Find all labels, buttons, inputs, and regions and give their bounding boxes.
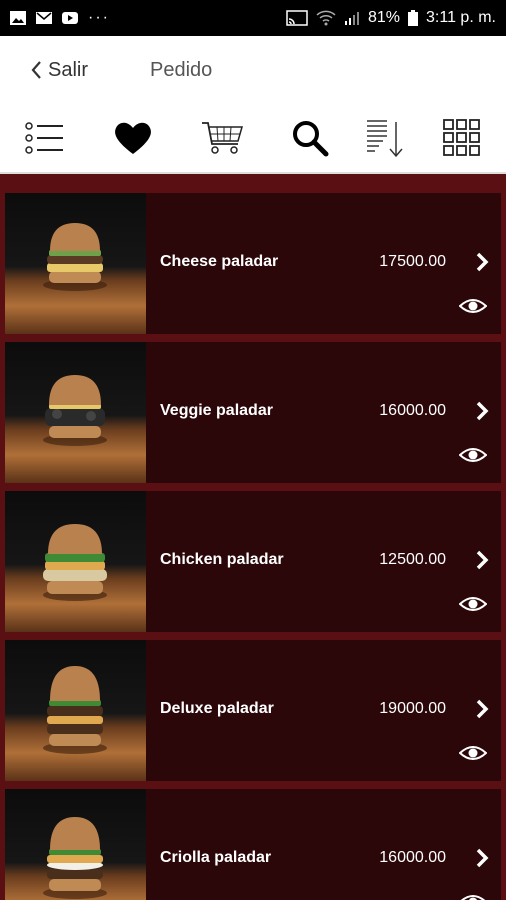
eye-icon[interactable] (459, 744, 487, 762)
toolbar (0, 104, 506, 174)
clock: 3:11 p. m. (426, 9, 496, 26)
product-price: 19000.00 (379, 700, 446, 717)
search-icon (293, 121, 329, 157)
page-title: Pedido (150, 58, 213, 81)
cart-button[interactable] (198, 116, 246, 160)
cast-icon (286, 10, 308, 26)
mail-icon (36, 12, 52, 24)
product-price: 16000.00 (379, 849, 446, 866)
product-row[interactable]: Deluxe paladar 19000.00 (5, 640, 501, 781)
burger-illustration (43, 223, 107, 291)
wifi-icon (316, 10, 336, 26)
favorites-button[interactable] (109, 116, 157, 160)
burger-illustration (43, 524, 107, 601)
more-notifications-icon: ··· (88, 9, 110, 26)
product-name: Chicken paladar (160, 551, 284, 568)
product-name: Deluxe paladar (160, 700, 274, 717)
product-image (5, 193, 146, 334)
product-image (5, 789, 146, 900)
product-row[interactable]: Veggie paladar 16000.00 (5, 342, 501, 483)
burger-illustration (43, 375, 107, 446)
product-image (5, 491, 146, 632)
product-name: Veggie paladar (160, 402, 273, 419)
product-price: 12500.00 (379, 551, 446, 568)
cart-icon (202, 122, 243, 154)
product-price: 17500.00 (379, 253, 446, 270)
eye-icon[interactable] (459, 893, 487, 900)
grid-view-button[interactable] (438, 116, 486, 160)
sort-icon (367, 120, 403, 158)
menu-list-button[interactable] (21, 116, 69, 160)
grid-icon (443, 119, 480, 156)
gallery-icon (10, 11, 26, 25)
battery-percent: 81% (368, 9, 401, 26)
chevron-right-icon[interactable] (473, 697, 491, 721)
chevron-right-icon[interactable] (473, 548, 491, 572)
back-button[interactable]: Salir (30, 59, 88, 82)
eye-icon[interactable] (459, 446, 487, 464)
heart-icon (115, 122, 151, 154)
product-name: Criolla paladar (160, 849, 272, 866)
status-bar: ··· 81% 3:11 p. m. (0, 0, 506, 36)
eye-icon[interactable] (459, 595, 487, 613)
eye-icon[interactable] (459, 297, 487, 315)
burger-illustration (43, 817, 107, 899)
chevron-right-icon[interactable] (473, 399, 491, 423)
burger-illustration (43, 666, 107, 754)
back-label: Salir (48, 58, 89, 81)
signal-icon (345, 12, 359, 25)
chevron-right-icon[interactable] (473, 250, 491, 274)
product-row[interactable]: Cheese paladar 17500.00 (5, 193, 501, 334)
search-button[interactable] (286, 116, 334, 160)
product-image (5, 640, 146, 781)
product-row[interactable]: Chicken paladar 12500.00 (5, 491, 501, 632)
product-row[interactable]: Criolla paladar 16000.00 (5, 789, 501, 900)
product-image (5, 342, 146, 483)
menu-list-icon (25, 122, 63, 154)
product-price: 16000.00 (379, 402, 446, 419)
chevron-left-icon (31, 61, 41, 79)
product-list: Cheese paladar 17500.00 Veggie paladar 1… (0, 174, 506, 900)
product-name: Cheese paladar (160, 253, 279, 270)
sort-button[interactable] (361, 116, 409, 160)
top-bar: Salir Pedido (0, 36, 506, 104)
youtube-icon (62, 12, 78, 24)
chevron-right-icon[interactable] (473, 846, 491, 870)
battery-icon (408, 10, 419, 26)
